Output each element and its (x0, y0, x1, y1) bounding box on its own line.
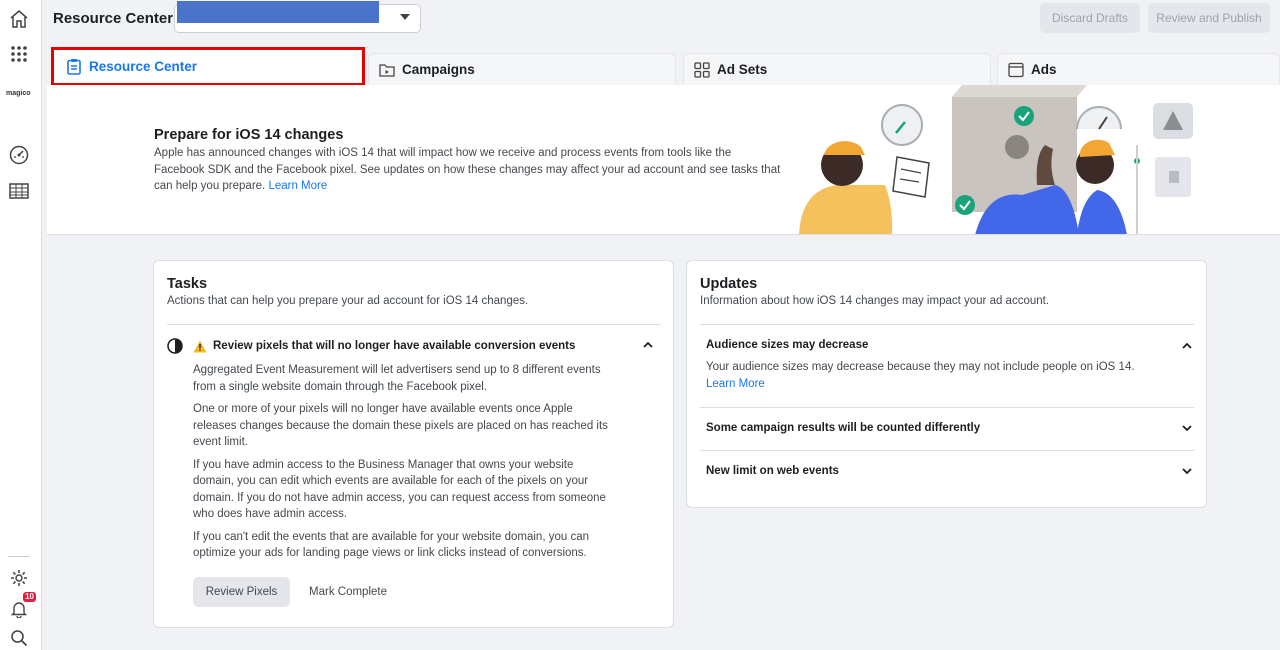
update-title: New limit on web events (706, 465, 839, 477)
updates-subtitle: Information about how iOS 14 changes may… (700, 295, 1050, 307)
bell-icon[interactable]: 10 (8, 592, 36, 620)
updates-divider (700, 324, 1194, 325)
redacted-account-name (177, 1, 379, 23)
chevron-up-icon[interactable] (643, 341, 653, 348)
clipboard-icon (66, 59, 82, 75)
update-web-events-limit[interactable]: New limit on web events (706, 465, 1192, 477)
update-description: Your audience sizes may decrease because… (706, 361, 1135, 390)
mark-complete-button[interactable]: Mark Complete (300, 577, 396, 607)
top-bar: Resource Center Discard Drafts Review an… (42, 0, 1280, 36)
notification-badge: 10 (23, 592, 36, 602)
warning-icon (193, 340, 207, 353)
review-pixels-button[interactable]: Review Pixels (193, 577, 290, 607)
table-icon[interactable] (8, 180, 30, 202)
half-circle-status-icon (167, 338, 183, 354)
discard-drafts-button[interactable]: Discard Drafts (1040, 3, 1140, 33)
apps-grid-icon[interactable] (8, 43, 30, 65)
tasks-divider (167, 324, 661, 325)
task-review-pixels-header[interactable]: Review pixels that will no longer have a… (167, 336, 657, 356)
ios14-banner: Prepare for iOS 14 changes Apple has ann… (47, 85, 1280, 235)
review-and-publish-button[interactable]: Review and Publish (1148, 3, 1270, 33)
tab-label: Campaigns (402, 62, 475, 77)
updates-card: Updates Information about how iOS 14 cha… (686, 260, 1207, 508)
home-icon[interactable] (8, 8, 30, 30)
task-description: Aggregated Event Measurement will let ad… (193, 362, 613, 568)
chevron-down-icon (400, 14, 410, 20)
tab-ad-sets[interactable]: Ad Sets (683, 53, 991, 85)
task-title: Review pixels that will no longer have a… (213, 340, 576, 352)
task-paragraph: If you have admin access to the Business… (193, 458, 606, 521)
grid-icon (694, 61, 710, 78)
task-paragraph: If you can't edit the events that are av… (193, 530, 589, 560)
banner-title: Prepare for iOS 14 changes (154, 127, 344, 143)
update-title: Some campaign results will be counted di… (706, 422, 981, 434)
gear-icon[interactable] (8, 567, 30, 589)
update-audience-sizes[interactable]: Audience sizes may decrease Your audienc… (706, 339, 1192, 392)
ad-account-selector[interactable] (174, 1, 421, 33)
update-campaign-results[interactable]: Some campaign results will be counted di… (706, 422, 1192, 434)
gauge-icon[interactable] (8, 144, 30, 166)
banner-text: Apple has announced changes with iOS 14 … (154, 147, 781, 192)
updates-title: Updates (700, 276, 758, 292)
tab-label: Resource Center (89, 59, 198, 74)
chevron-down-icon[interactable] (1182, 468, 1192, 475)
tab-label: Ad Sets (717, 62, 768, 77)
tasks-subtitle: Actions that can help you prepare your a… (167, 295, 529, 307)
tab-label: Ads (1031, 62, 1057, 77)
task-paragraph: One or more of your pixels will no longe… (193, 403, 608, 448)
tab-bar: Resource Center Campaigns Ad Sets Ads (42, 47, 1280, 86)
ios14-illustration (799, 85, 1193, 234)
banner-learn-more-link[interactable]: Learn More (268, 180, 327, 192)
tasks-card: Tasks Actions that can help you prepare … (153, 260, 674, 628)
updates-divider (700, 407, 1194, 408)
tasks-title: Tasks (167, 276, 208, 292)
folder-icon (379, 62, 395, 78)
tab-ads[interactable]: Ads (997, 53, 1280, 85)
window-icon (1008, 62, 1024, 78)
task-paragraph: Aggregated Event Measurement will let ad… (193, 364, 601, 393)
tab-campaigns[interactable]: Campaigns (368, 53, 676, 85)
rail-divider (8, 556, 30, 557)
chevron-up-icon[interactable] (1182, 342, 1192, 349)
updates-divider (700, 450, 1194, 451)
tab-resource-center[interactable]: Resource Center (51, 47, 365, 86)
update-title: Audience sizes may decrease (706, 339, 869, 351)
brand-logo: magico (6, 90, 31, 97)
page-title: Resource Center (53, 10, 174, 27)
search-icon[interactable] (8, 627, 30, 649)
chevron-down-icon[interactable] (1182, 425, 1192, 432)
update-learn-more-link[interactable]: Learn More (706, 378, 765, 390)
left-rail: magico 10 (0, 0, 42, 650)
